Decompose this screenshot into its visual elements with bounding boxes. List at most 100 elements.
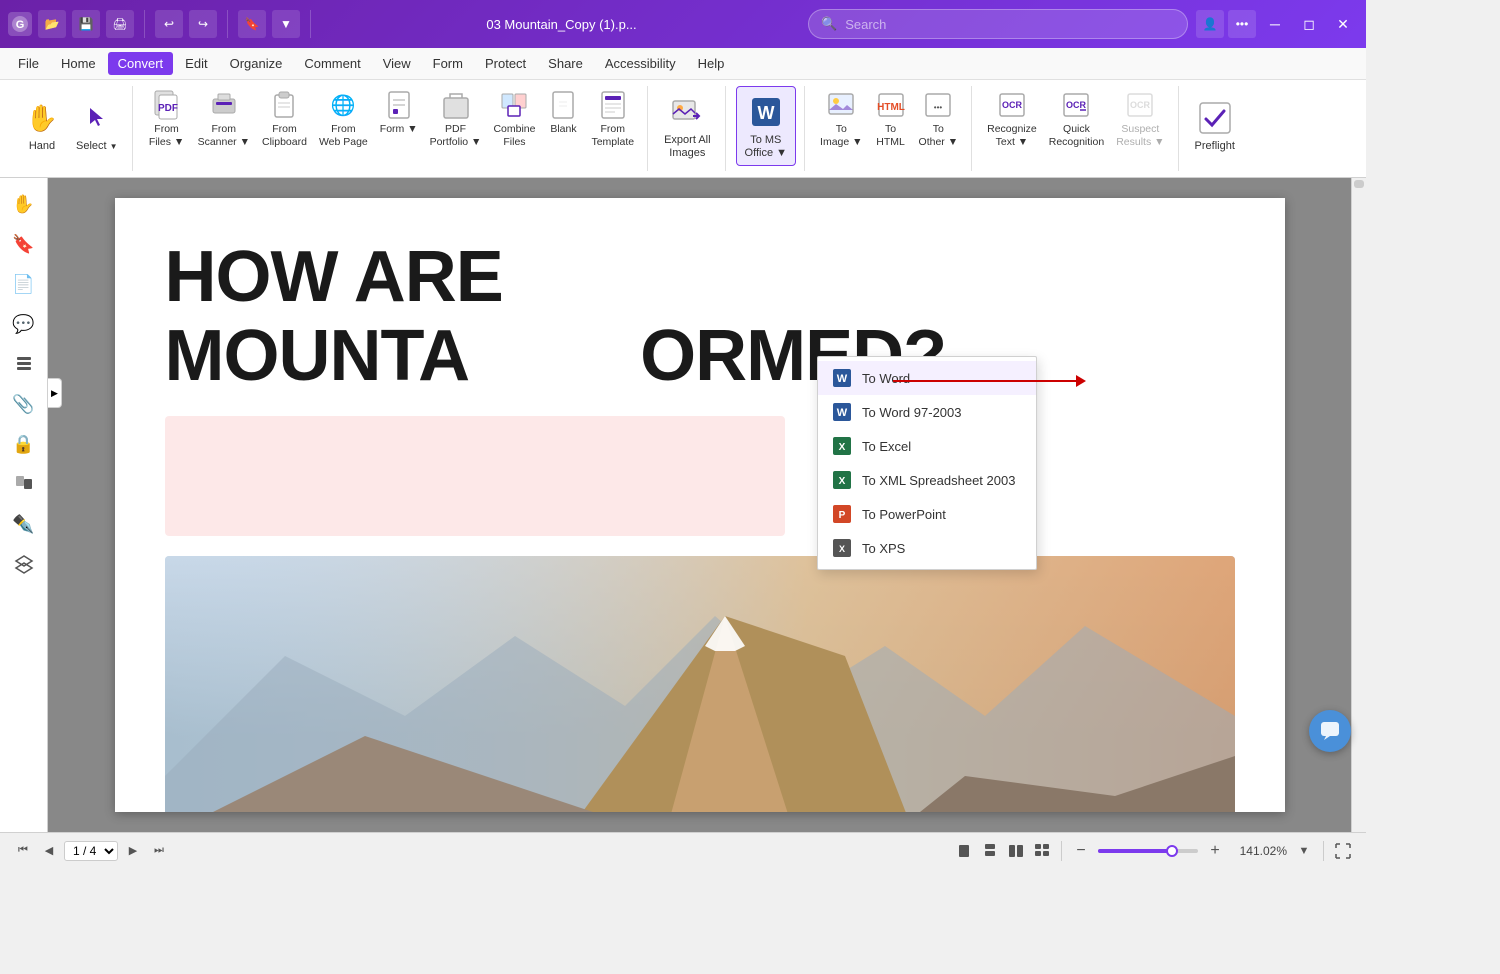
separator2 [1323, 841, 1324, 861]
sidebar-comment-icon[interactable]: 💬 [6, 306, 42, 342]
to-image-button[interactable]: ToImage ▼ [815, 86, 868, 151]
prev-page-button[interactable]: ◀ [38, 840, 60, 862]
menu-home[interactable]: Home [51, 52, 106, 75]
from-webpage-button[interactable]: 🌐 FromWeb Page [314, 86, 373, 151]
right-scrollbar[interactable] [1351, 178, 1366, 832]
sidebar-attachment-icon[interactable]: 📎 [6, 386, 42, 422]
preflight-button[interactable]: Preflight [1189, 86, 1241, 166]
sidebar-layers2-icon[interactable] [6, 546, 42, 582]
ribbon-group-ocr: OCR RecognizeText ▼ OCR QuickRecognition… [974, 86, 1178, 171]
menu-convert[interactable]: Convert [108, 52, 174, 75]
stamp-button[interactable]: 🔖 [238, 10, 266, 38]
red-arrow-annotation [893, 375, 1086, 387]
fullscreen-button[interactable] [1332, 840, 1354, 862]
to-excel-menu-item[interactable]: X To Excel [818, 429, 1036, 463]
menu-form[interactable]: Form [423, 52, 473, 75]
hand-tool-button[interactable]: ✋ Hand [16, 86, 68, 166]
close-button[interactable]: ✕ [1328, 9, 1358, 39]
sidebar-hand-icon[interactable]: ✋ [6, 186, 42, 222]
quick-recognition-button[interactable]: OCR QuickRecognition [1044, 86, 1109, 151]
combine-files-button[interactable]: CombineFiles [488, 86, 540, 151]
sidebar-security-icon[interactable]: 🔒 [6, 426, 42, 462]
form-icon [383, 89, 415, 121]
zoom-out-button[interactable]: − [1070, 840, 1092, 862]
chevron-right-icon: ▶ [51, 388, 58, 399]
undo-button[interactable]: ↩ [155, 10, 183, 38]
sidebar-layers-icon[interactable] [6, 346, 42, 382]
to-other-button[interactable]: ••• ToOther ▼ [914, 86, 964, 151]
menu-file[interactable]: File [8, 52, 49, 75]
scroll-thumb[interactable] [1354, 180, 1364, 188]
recognize-text-button[interactable]: OCR RecognizeText ▼ [982, 86, 1042, 151]
restore-button[interactable]: ◻ [1294, 9, 1324, 39]
menu-edit[interactable]: Edit [175, 52, 217, 75]
document-pink-section [165, 416, 785, 536]
form-button[interactable]: Form ▼ [375, 86, 423, 139]
user-icon[interactable]: 👤 [1196, 10, 1224, 38]
minimize-button[interactable]: ─ [1260, 9, 1290, 39]
search-bar[interactable]: 🔍 Search [808, 9, 1188, 39]
zoom-bar: − + 141.02% ▼ [1070, 840, 1315, 862]
zoom-in-button[interactable]: + [1204, 840, 1226, 862]
to-word-97-menu-item[interactable]: W To Word 97-2003 [818, 395, 1036, 429]
facing-view-button[interactable] [1031, 840, 1053, 862]
status-right: − + 141.02% ▼ [953, 840, 1354, 862]
blank-button[interactable]: Blank [542, 86, 584, 139]
single-page-view-button[interactable] [953, 840, 975, 862]
first-page-button[interactable]: ⏮ [12, 840, 34, 862]
to-ms-office-button[interactable]: W To MSOffice ▼ [736, 86, 796, 166]
menu-comment[interactable]: Comment [294, 52, 370, 75]
zoom-slider-thumb[interactable] [1166, 845, 1178, 857]
export-all-images-button[interactable]: Export AllImages [658, 86, 716, 166]
menu-help[interactable]: Help [688, 52, 735, 75]
sidebar-pages-icon[interactable] [6, 466, 42, 502]
to-image-label: ToImage ▼ [820, 123, 863, 148]
to-other-icon: ••• [922, 89, 954, 121]
more-button[interactable]: ••• [1228, 10, 1256, 38]
last-page-button[interactable]: ⏭ [148, 840, 170, 862]
to-xml-menu-item[interactable]: X To XML Spreadsheet 2003 [818, 463, 1036, 497]
from-clipboard-button[interactable]: FromClipboard [257, 86, 312, 151]
to-html-button[interactable]: HTML ToHTML [870, 86, 912, 151]
suspect-results-button[interactable]: OCR SuspectResults ▼ [1111, 86, 1169, 151]
from-files-button[interactable]: PDF FromFiles ▼ [143, 86, 191, 151]
arrow-button[interactable]: ▼ [272, 10, 300, 38]
open-button[interactable]: 📂 [38, 10, 66, 38]
dropdown-menu: W To Word W To Word 97-2003 X To Excel X [817, 356, 1037, 570]
zoom-dropdown-button[interactable]: ▼ [1293, 840, 1315, 862]
pdf-portfolio-button[interactable]: PDFPortfolio ▼ [425, 86, 487, 151]
svg-text:X: X [839, 544, 845, 554]
select-tool-button[interactable]: Select ▼ [70, 86, 124, 166]
menu-accessibility[interactable]: Accessibility [595, 52, 686, 75]
menu-protect[interactable]: Protect [475, 52, 536, 75]
to-xps-menu-item[interactable]: X To XPS [818, 531, 1036, 565]
to-powerpoint-menu-item[interactable]: P To PowerPoint [818, 497, 1036, 531]
sidebar-signature-icon[interactable]: ✒️ [6, 506, 42, 542]
from-template-button[interactable]: FromTemplate [586, 86, 639, 151]
page-select[interactable]: 1 / 4 [64, 841, 118, 861]
to-ms-office-label: To MSOffice ▼ [745, 134, 787, 160]
ribbon-group-preflight: Preflight [1181, 86, 1249, 171]
save-button[interactable]: 💾 [72, 10, 100, 38]
chat-bubble[interactable] [1309, 710, 1351, 752]
from-scanner-button[interactable]: FromScanner ▼ [193, 86, 255, 151]
continuous-view-button[interactable] [979, 840, 1001, 862]
pdf-portfolio-icon [440, 89, 472, 121]
search-icon: 🔍 [821, 16, 837, 32]
ribbon-buttons-tools: ✋ Hand Select ▼ [16, 86, 124, 171]
zoom-slider-track[interactable] [1098, 849, 1198, 853]
menu-share[interactable]: Share [538, 52, 593, 75]
next-page-button[interactable]: ▶ [122, 840, 144, 862]
svg-text:G: G [16, 19, 25, 31]
two-page-view-button[interactable] [1005, 840, 1027, 862]
sidebar-bookmark-icon[interactable]: 🔖 [6, 226, 42, 262]
menu-view[interactable]: View [373, 52, 421, 75]
menu-organize[interactable]: Organize [220, 52, 293, 75]
redo-button[interactable]: ↪ [189, 10, 217, 38]
ribbon-buttons-convert: ToImage ▼ HTML ToHTML ••• ToOther ▼ [815, 86, 963, 171]
to-other-label: ToOther ▼ [919, 123, 959, 148]
sidebar-collapse-arrow[interactable]: ▶ [48, 378, 62, 408]
ribbon-buttons-preflight: Preflight [1189, 86, 1241, 171]
print-button[interactable]: 🖨 [106, 10, 134, 38]
sidebar-thumbnail-icon[interactable]: 📄 [6, 266, 42, 302]
